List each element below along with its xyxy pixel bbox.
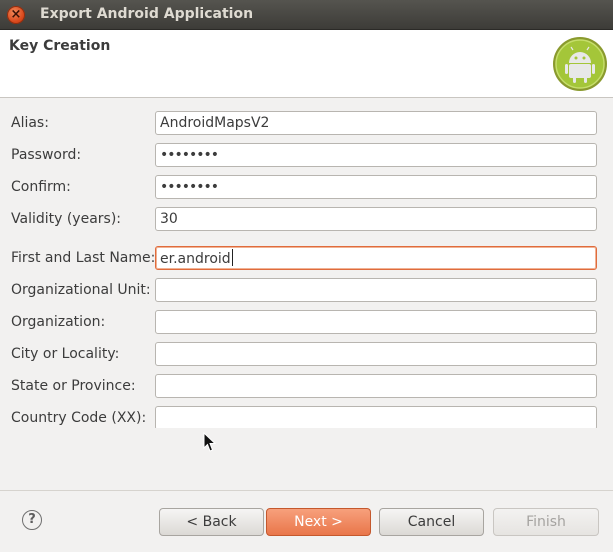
confirm-row: Confirm: ••••••••	[0, 175, 613, 201]
validity-label: Validity (years):	[11, 211, 122, 227]
password-field[interactable]: ••••••••	[155, 143, 597, 167]
city-label: City or Locality:	[11, 346, 120, 362]
country-code-field[interactable]	[155, 406, 597, 428]
name-row: First and Last Name: er.android	[0, 246, 613, 272]
state-field[interactable]	[155, 374, 597, 398]
confirm-label: Confirm:	[11, 179, 71, 195]
first-last-name-field[interactable]: er.android	[155, 246, 597, 270]
organizational-unit-field[interactable]	[155, 278, 597, 302]
finish-button[interactable]: Finish	[493, 508, 599, 536]
organization-row: Organization:	[0, 310, 613, 336]
state-row: State or Province:	[0, 374, 613, 400]
city-field[interactable]	[155, 342, 597, 366]
alias-label: Alias:	[11, 115, 49, 131]
org-unit-row: Organizational Unit:	[0, 278, 613, 304]
window-titlebar: × Export Android Application	[0, 0, 613, 30]
cancel-button[interactable]: Cancel	[379, 508, 484, 536]
country-row: Country Code (XX):	[0, 406, 613, 428]
alias-row: Alias: AndroidMapsV2	[0, 111, 613, 137]
state-label: State or Province:	[11, 378, 136, 394]
help-icon[interactable]: ?	[22, 510, 42, 530]
organization-label: Organization:	[11, 314, 106, 330]
organization-field[interactable]	[155, 310, 597, 334]
android-logo-icon	[553, 37, 607, 91]
password-label: Password:	[11, 147, 82, 163]
window-title: Export Android Application	[40, 6, 254, 22]
org-unit-label: Organizational Unit:	[11, 282, 151, 298]
city-row: City or Locality:	[0, 342, 613, 368]
footer-divider	[0, 490, 613, 491]
name-label: First and Last Name:	[11, 250, 156, 266]
key-creation-form: Alias: AndroidMapsV2 Password: •••••••• …	[0, 98, 613, 428]
country-label: Country Code (XX):	[11, 410, 147, 426]
name-value: er.android	[160, 251, 231, 267]
text-caret	[231, 249, 233, 266]
validity-row: Validity (years): 30	[0, 207, 613, 233]
wizard-header: Key Creation	[0, 30, 613, 98]
confirm-password-field[interactable]: ••••••••	[155, 175, 597, 199]
close-icon[interactable]: ×	[7, 6, 25, 24]
mouse-pointer-icon	[203, 432, 217, 452]
alias-field[interactable]: AndroidMapsV2	[155, 111, 597, 135]
password-row: Password: ••••••••	[0, 143, 613, 169]
page-title: Key Creation	[9, 38, 111, 54]
back-button[interactable]: < Back	[159, 508, 264, 536]
next-button[interactable]: Next >	[266, 508, 371, 536]
validity-field[interactable]: 30	[155, 207, 597, 231]
